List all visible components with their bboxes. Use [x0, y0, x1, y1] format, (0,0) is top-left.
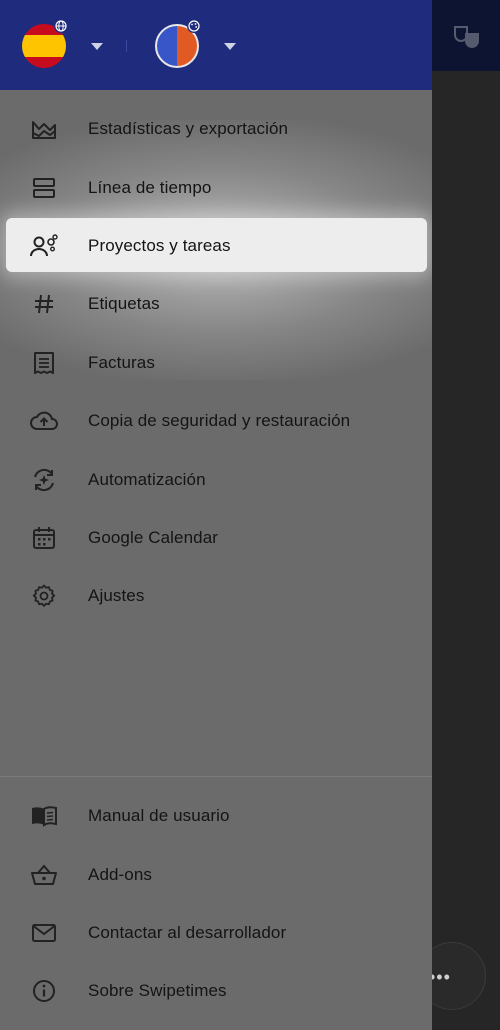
- language-dropdown-icon[interactable]: [91, 43, 103, 50]
- menu-item-google-calendar[interactable]: Google Calendar: [0, 509, 432, 567]
- main-menu: Estadísticas y exportación Línea de tiem…: [0, 100, 432, 626]
- menu-item-label: Línea de tiempo: [88, 177, 212, 197]
- menu-item-label: Manual de usuario: [88, 806, 230, 826]
- menu-item-timeline[interactable]: Línea de tiempo: [0, 158, 432, 216]
- menu-item-contact[interactable]: Contactar al desarrollador: [0, 904, 432, 962]
- menu-item-statistics[interactable]: Estadísticas y exportación: [0, 100, 432, 158]
- theme-dropdown-icon[interactable]: [224, 43, 236, 50]
- more-dots-icon: •••: [429, 967, 451, 987]
- book-icon: [28, 800, 60, 832]
- secondary-menu: Manual de usuario Add-ons Contactar al d…: [0, 787, 432, 1021]
- menu-item-label: Automatización: [88, 469, 206, 489]
- mail-icon: [28, 917, 60, 949]
- menu-item-backup[interactable]: Copia de seguridad y restauración: [0, 392, 432, 450]
- menu-item-label: Google Calendar: [88, 527, 219, 547]
- calendar-icon: [28, 522, 60, 554]
- menu-item-addons[interactable]: Add-ons: [0, 845, 432, 903]
- theater-masks-icon[interactable]: [452, 24, 482, 50]
- menu-item-label: Estadísticas y exportación: [88, 119, 289, 139]
- drawer-header: [0, 0, 432, 90]
- basket-icon: [28, 859, 60, 891]
- timeline-icon: [28, 172, 60, 204]
- chart-icon: [28, 113, 60, 145]
- info-icon: [28, 975, 60, 1007]
- projects-icon: [28, 230, 60, 262]
- menu-item-label: Facturas: [88, 352, 155, 372]
- menu-item-label: Proyectos y tareas: [88, 235, 231, 255]
- menu-item-settings[interactable]: Ajustes: [0, 567, 432, 625]
- menu-item-label: Add-ons: [88, 864, 153, 884]
- menu-item-tags[interactable]: Etiquetas: [0, 275, 432, 333]
- menu-item-label: Sobre Swipetimes: [88, 981, 227, 1001]
- palette-icon: [187, 19, 201, 33]
- invoice-icon: [28, 347, 60, 379]
- menu-item-label: Contactar al desarrollador: [88, 922, 287, 942]
- menu-item-label: Ajustes: [88, 586, 145, 606]
- menu-item-label: Copia de seguridad y restauración: [88, 411, 351, 431]
- menu-item-invoices[interactable]: Facturas: [0, 334, 432, 392]
- navigation-drawer: Estadísticas y exportación Línea de tiem…: [0, 0, 432, 1030]
- menu-item-automation[interactable]: Automatización: [0, 450, 432, 508]
- menu-divider: [0, 776, 432, 777]
- menu-item-about[interactable]: Sobre Swipetimes: [0, 962, 432, 1020]
- gear-icon: [28, 580, 60, 612]
- automation-icon: [28, 464, 60, 496]
- menu-item-projects[interactable]: Proyectos y tareas: [0, 217, 432, 275]
- menu-item-user-manual[interactable]: Manual de usuario: [0, 787, 432, 845]
- header-divider: [126, 40, 127, 52]
- cloud-upload-icon: [28, 405, 60, 437]
- globe-icon: [54, 19, 68, 33]
- menu-item-label: Etiquetas: [88, 294, 160, 314]
- hashtag-icon: [28, 288, 60, 320]
